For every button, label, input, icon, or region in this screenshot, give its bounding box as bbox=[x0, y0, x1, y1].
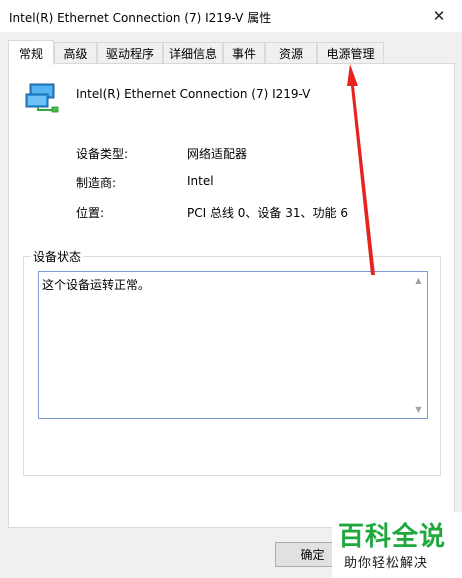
tab-general[interactable]: 常规 bbox=[8, 40, 54, 65]
tab-advanced[interactable]: 高级 bbox=[54, 42, 97, 64]
device-type-value: 网络适配器 bbox=[187, 147, 248, 161]
device-status-textbox[interactable]: 这个设备运转正常。 ▲ ▼ bbox=[38, 271, 428, 419]
tab-power-management[interactable]: 电源管理 bbox=[317, 42, 384, 64]
tab-label: 电源管理 bbox=[326, 47, 375, 61]
network-adapter-icon bbox=[25, 83, 59, 113]
device-name: Intel(R) Ethernet Connection (7) I219-V bbox=[76, 87, 311, 101]
device-status-group: 设备状态 这个设备运转正常。 ▲ ▼ bbox=[23, 248, 441, 476]
device-status-text: 这个设备运转正常。 bbox=[42, 278, 151, 292]
tab-label: 详细信息 bbox=[168, 47, 217, 61]
tab-label: 驱动程序 bbox=[105, 47, 154, 61]
scroll-down-icon[interactable]: ▼ bbox=[410, 401, 427, 418]
title-bar: Intel(R) Ethernet Connection (7) I219-V … bbox=[0, 0, 462, 32]
manufacturer-label: 制造商: bbox=[76, 176, 117, 190]
tab-strip: 常规 高级 驱动程序 详细信息 事件 资源 电源管理 bbox=[8, 40, 456, 65]
watermark: 百科全说 助你轻松解决 bbox=[332, 512, 462, 578]
status-scrollbar[interactable]: ▲ ▼ bbox=[410, 272, 427, 418]
location-label: 位置: bbox=[76, 206, 105, 220]
tab-label: 常规 bbox=[18, 46, 43, 61]
location-value: PCI 总线 0、设备 31、功能 6 bbox=[187, 206, 348, 220]
tab-label: 事件 bbox=[231, 47, 256, 61]
tab-events[interactable]: 事件 bbox=[223, 42, 265, 64]
scroll-up-icon[interactable]: ▲ bbox=[410, 272, 427, 289]
watermark-main: 百科全说 bbox=[338, 522, 447, 552]
tab-resources[interactable]: 资源 bbox=[265, 42, 317, 64]
ok-button-label: 确定 bbox=[300, 548, 325, 562]
tab-details[interactable]: 详细信息 bbox=[163, 42, 223, 64]
manufacturer-value: Intel bbox=[187, 174, 214, 188]
device-status-title: 设备状态 bbox=[31, 248, 84, 265]
tab-driver[interactable]: 驱动程序 bbox=[97, 42, 163, 64]
device-type-label: 设备类型: bbox=[76, 147, 129, 161]
tab-label: 高级 bbox=[63, 47, 88, 61]
close-icon: ✕ bbox=[432, 7, 446, 25]
watermark-sub: 助你轻松解决 bbox=[344, 556, 429, 571]
tab-label: 资源 bbox=[278, 47, 303, 61]
general-tab-panel: Intel(R) Ethernet Connection (7) I219-V … bbox=[8, 63, 455, 528]
window-title: Intel(R) Ethernet Connection (7) I219-V … bbox=[9, 11, 272, 25]
close-button[interactable]: ✕ bbox=[416, 0, 462, 32]
